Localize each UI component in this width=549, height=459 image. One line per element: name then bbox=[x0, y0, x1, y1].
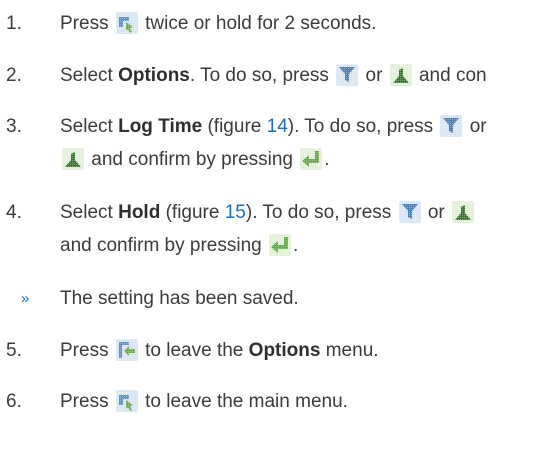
step-text: and confirm by pressing bbox=[60, 235, 262, 256]
step-text: . bbox=[324, 149, 330, 170]
menu-option-name: Hold bbox=[118, 202, 161, 223]
step-text: menu. bbox=[325, 340, 379, 361]
step-text: to leave the bbox=[145, 340, 244, 361]
menu-option-name: Log Time bbox=[118, 116, 203, 137]
enter-icon bbox=[269, 234, 291, 256]
down-arrow-icon bbox=[398, 201, 421, 223]
result-text: The setting has been saved. bbox=[60, 288, 299, 309]
menu-icon bbox=[115, 390, 138, 412]
enter-icon bbox=[300, 148, 323, 170]
step-text: Select bbox=[60, 202, 113, 223]
step-number: 5. bbox=[6, 340, 22, 361]
menu-option-name: Options bbox=[248, 340, 321, 361]
menu-option-name: Options bbox=[118, 65, 190, 86]
step-number: 3. bbox=[6, 116, 22, 137]
step-text: Select bbox=[60, 65, 113, 86]
figure-link[interactable]: 15 bbox=[225, 202, 246, 223]
step-number: 1. bbox=[6, 13, 22, 34]
step-text: ). To do so, press bbox=[245, 202, 392, 223]
step-text: Press bbox=[60, 340, 109, 361]
step-text: and confirm by pressing bbox=[91, 149, 293, 170]
step-text: (figure bbox=[207, 116, 262, 137]
step-number: 6. bbox=[6, 391, 22, 412]
step-text: Select bbox=[60, 116, 113, 137]
step-text: . To do so, press bbox=[189, 65, 329, 86]
step-text: Press bbox=[60, 13, 109, 34]
step-text: or bbox=[365, 65, 383, 86]
up-arrow-icon bbox=[62, 148, 84, 170]
step-text: ). To do so, press bbox=[287, 116, 434, 137]
step-number: 4. bbox=[6, 202, 22, 223]
step-text: twice or hold for 2 seconds. bbox=[145, 13, 377, 34]
step-text: (figure bbox=[165, 202, 220, 223]
down-arrow-icon bbox=[440, 115, 463, 137]
back-icon bbox=[115, 339, 138, 361]
step-number: 2. bbox=[6, 65, 22, 86]
step-text: or bbox=[427, 202, 445, 223]
result-marker: » bbox=[21, 290, 30, 307]
down-arrow-icon bbox=[336, 64, 359, 86]
step-text: and con bbox=[418, 65, 487, 86]
step-text: Press bbox=[60, 391, 109, 412]
step-text: . bbox=[293, 235, 299, 256]
step-text: or bbox=[469, 116, 487, 137]
up-arrow-icon bbox=[452, 201, 475, 223]
up-arrow-icon bbox=[389, 64, 412, 86]
step-text: to leave the main menu. bbox=[145, 391, 348, 412]
figure-link[interactable]: 14 bbox=[267, 116, 288, 137]
menu-icon bbox=[115, 12, 138, 34]
